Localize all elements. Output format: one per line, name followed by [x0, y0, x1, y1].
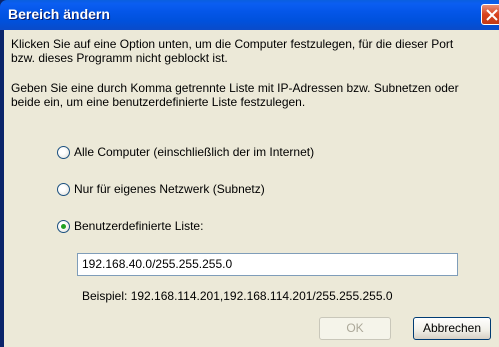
dialog-body: Klicken Sie auf eine Option unten, um di… — [4, 30, 499, 347]
radio-selected-dot — [61, 224, 66, 229]
dialog-window: Bereich ändern Klicken Sie auf eine Opti… — [0, 0, 499, 347]
ok-button[interactable]: OK — [319, 317, 391, 340]
custom-list-input[interactable]: 192.168.40.0/255.255.255.0 — [77, 253, 458, 276]
close-button[interactable] — [481, 4, 499, 25]
radio-custom-list[interactable] — [57, 220, 70, 233]
custom-list-hint-line-2: beide ein, um eine benutzerdefinierte Li… — [11, 95, 306, 109]
option-own-network-label: Nur für eigenes Netzwerk (Subnetz) — [74, 182, 265, 196]
custom-list-hint-line-1: Geben Sie eine durch Komma getrennte Lis… — [11, 81, 459, 95]
option-custom-list-label: Benutzerdefinierte Liste: — [74, 219, 204, 233]
radio-all-computers[interactable] — [57, 146, 70, 159]
title-bar[interactable]: Bereich ändern — [0, 0, 499, 30]
instruction-line-1: Klicken Sie auf eine Option unten, um di… — [11, 37, 454, 51]
example-text: Beispiel: 192.168.114.201,192.168.114.20… — [82, 289, 393, 303]
radio-own-network[interactable] — [57, 183, 70, 196]
cancel-button[interactable]: Abbrechen — [413, 317, 491, 340]
close-icon — [486, 9, 498, 21]
instruction-line-2: bzw. dieses Programm nicht geblockt ist. — [11, 51, 228, 65]
window-title: Bereich ändern — [8, 6, 110, 22]
option-all-computers-label: Alle Computer (einschließlich der im Int… — [74, 145, 315, 159]
